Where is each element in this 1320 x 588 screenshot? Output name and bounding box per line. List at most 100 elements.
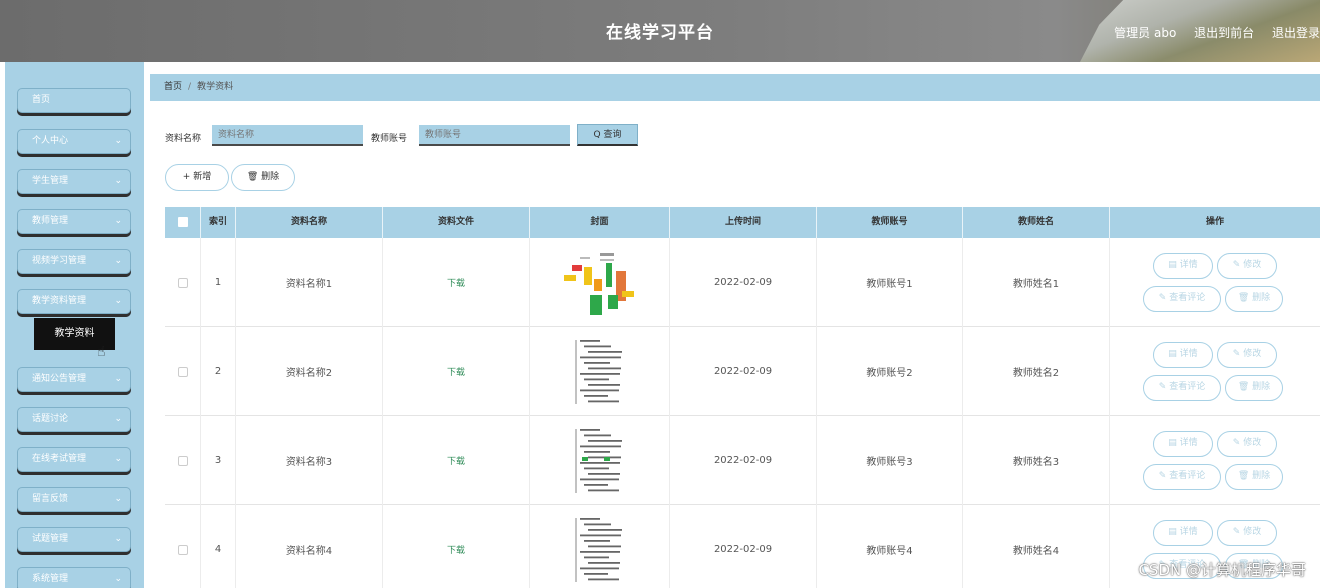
view-comments-button[interactable]: ✎ 查看评论 [1143,375,1221,401]
sidebar-item-4[interactable]: 视频学习管理 ⌄ [17,249,131,274]
edit-icon: ✎ [1232,260,1244,270]
search-name-label: 资料名称 [165,134,202,144]
sidebar-item-label: 通知公告管理 [32,374,87,384]
edit-label: 修改 [1243,527,1262,537]
row-delete-button[interactable]: 🗑 删除 [1225,286,1283,312]
cell-upload-time: 2022-02-09 [670,238,817,327]
add-button[interactable]: + 新增 [165,164,229,191]
cell-name: 资料名称4 [236,505,383,588]
download-link[interactable]: 下载 [447,543,465,556]
breadcrumb-home[interactable]: 首页 [164,82,182,92]
view-comments-label: 查看评论 [1169,471,1206,481]
search-name-input[interactable] [212,125,363,146]
cell-cover [530,238,670,327]
edit-label: 修改 [1243,349,1262,359]
row-checkbox[interactable] [177,455,188,466]
edit-button[interactable]: ✎ 修改 [1217,253,1277,279]
view-comments-label: 查看评论 [1169,382,1206,392]
download-link[interactable]: 下载 [447,276,465,289]
cell-file: 下载 [383,416,530,505]
header-teacher-name: 教师姓名 [963,207,1110,238]
breadcrumb-separator: / [188,82,192,92]
cell-index: 2 [201,327,236,416]
detail-button[interactable]: ▤ 详情 [1153,431,1213,457]
chevron-down-icon: ⌄ [114,374,122,384]
cell-index: 3 [201,416,236,505]
sidebar-item-label: 话题讨论 [32,414,69,424]
sidebar-item-9[interactable]: 留言反馈 ⌄ [17,487,131,512]
cover-image[interactable] [559,422,640,499]
pointer-cursor-icon: ☝ [97,344,106,360]
delete-button[interactable]: 🗑 删除 [231,164,295,191]
view-comments-button[interactable]: ✎ 查看评论 [1143,286,1221,312]
sidebar-item-label: 教学资料管理 [32,296,87,306]
cell-select[interactable] [165,416,201,505]
cell-select[interactable] [165,327,201,416]
query-button[interactable]: Q 查询 [577,124,638,146]
header-select-all[interactable] [165,207,201,238]
edit-icon: ✎ [1232,438,1244,448]
detail-button[interactable]: ▤ 详情 [1153,520,1213,546]
comment-icon: ✎ [1158,382,1170,392]
sidebar-item-5[interactable]: 教学资料管理 ⌄ [17,289,131,314]
comment-icon: ✎ [1158,471,1170,481]
row-checkbox[interactable] [177,366,188,377]
edit-button[interactable]: ✎ 修改 [1217,520,1277,546]
header-upload-time: 上传时间 [670,207,817,238]
to-front-link[interactable]: 退出到前台 [1194,26,1254,40]
cover-image[interactable] [559,244,640,321]
detail-button[interactable]: ▤ 详情 [1153,253,1213,279]
view-comments-label: 查看评论 [1169,293,1206,303]
edit-button[interactable]: ✎ 修改 [1217,342,1277,368]
sidebar-item-label: 在线考试管理 [32,454,87,464]
edit-label: 修改 [1243,260,1262,270]
search-teacher-input[interactable] [419,125,570,146]
sidebar-item-1[interactable]: 个人中心 ⌄ [17,129,131,154]
row-checkbox[interactable] [177,544,188,555]
sidebar-item-10[interactable]: 试题管理 ⌄ [17,527,131,552]
download-link[interactable]: 下载 [447,454,465,467]
top-header: 在线学习平台 管理员 abo 退出到前台 退出登录 [0,0,1320,62]
watermark: CSDN @计算机程序华哥 [1138,561,1306,579]
sidebar-item-3[interactable]: 教师管理 ⌄ [17,209,131,234]
sidebar-item-6[interactable]: 通知公告管理 ⌄ [17,367,131,392]
row-checkbox[interactable] [177,277,188,288]
detail-icon: ▤ [1168,527,1180,537]
cell-select[interactable] [165,238,201,327]
row-delete-label: 删除 [1252,382,1271,392]
cell-name: 资料名称3 [236,416,383,505]
sidebar-item-0[interactable]: 首页 [17,88,131,113]
sidebar-item-8[interactable]: 在线考试管理 ⌄ [17,447,131,472]
cell-operations: ▤ 详情 ✎ 修改 ✎ 查看评论 🗑 删除 [1110,238,1320,327]
sidebar-item-2[interactable]: 学生管理 ⌄ [17,169,131,194]
download-link[interactable]: 下载 [447,365,465,378]
detail-icon: ▤ [1168,438,1180,448]
detail-label: 详情 [1179,527,1198,537]
cell-teacher-name: 教师姓名4 [963,505,1110,588]
row-delete-button[interactable]: 🗑 删除 [1225,464,1283,490]
sidebar-item-7[interactable]: 话题讨论 ⌄ [17,407,131,432]
detail-label: 详情 [1179,438,1198,448]
row-delete-button[interactable]: 🗑 删除 [1225,375,1283,401]
sidebar-item-label: 视频学习管理 [32,256,87,266]
cell-file: 下载 [383,238,530,327]
breadcrumb: 首页 / 教学资料 [150,74,1320,101]
header-name: 资料名称 [236,207,383,238]
edit-button[interactable]: ✎ 修改 [1217,431,1277,457]
sidebar-item-label: 个人中心 [32,136,69,146]
detail-button[interactable]: ▤ 详情 [1153,342,1213,368]
sidebar-item-11[interactable]: 系统管理 ⌄ [17,567,131,588]
cell-teacher-name: 教师姓名3 [963,416,1110,505]
view-comments-button[interactable]: ✎ 查看评论 [1143,464,1221,490]
cell-select[interactable] [165,505,201,588]
cover-image[interactable] [559,333,640,410]
detail-label: 详情 [1179,260,1198,270]
sidebar-item-label: 试题管理 [32,534,69,544]
row-delete-label: 删除 [1252,293,1271,303]
sidebar-item-label: 首页 [32,95,51,105]
cover-image[interactable] [559,511,640,588]
cell-operations: ▤ 详情 ✎ 修改 ✎ 查看评论 🗑 删除 [1110,416,1320,505]
cell-teacher-account: 教师账号4 [817,505,963,588]
logout-link[interactable]: 退出登录 [1272,26,1320,40]
select-all-checkbox[interactable] [177,216,188,227]
